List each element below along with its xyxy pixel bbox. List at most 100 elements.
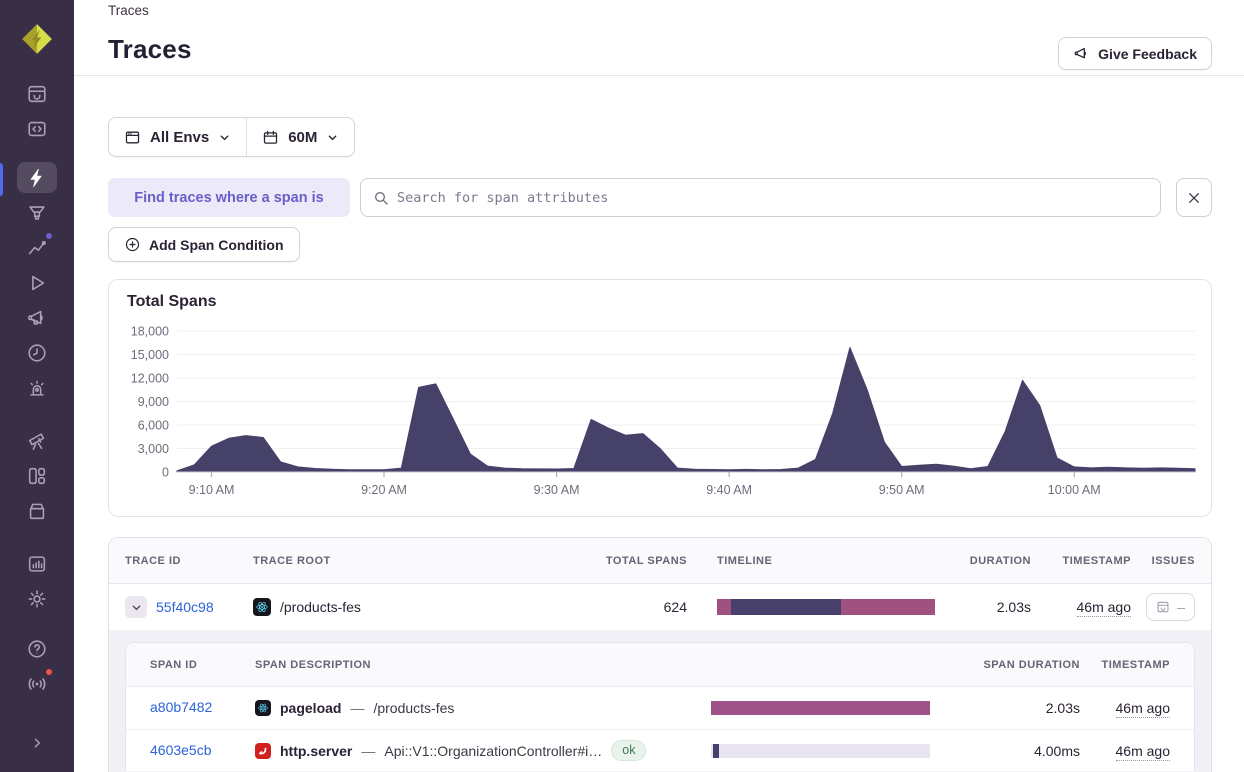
add-span-condition-label: Add Span Condition [149, 236, 284, 253]
col-span-duration: Span Duration [983, 658, 1080, 671]
span-id-link[interactable]: 4603e5cb [150, 742, 212, 758]
telescope-icon [28, 432, 45, 450]
sidebar-item-releases[interactable] [17, 495, 57, 526]
react-platform-icon [255, 700, 271, 716]
traces-table-header: Trace ID Trace Root Total Spans Timeline… [109, 538, 1211, 584]
span-description: /products-fes [373, 700, 455, 716]
lightning-icon [30, 168, 42, 187]
svg-text:9:30 AM: 9:30 AM [534, 483, 580, 497]
line-chart-icon [28, 240, 46, 254]
separator: — [350, 700, 365, 716]
sidebar-item-help[interactable] [17, 633, 57, 664]
environment-filter-button[interactable]: All Envs [109, 118, 246, 156]
span-duration: 4.00ms [1034, 742, 1080, 759]
sidebar-item-issues[interactable] [17, 78, 57, 109]
span-duration: 2.03s [1045, 700, 1080, 716]
calendar-icon [264, 130, 278, 144]
sidebar-item-insights[interactable] [17, 197, 57, 228]
svg-text:3,000: 3,000 [138, 442, 169, 456]
svg-text:9,000: 9,000 [138, 395, 169, 409]
filters-row: All Envs 60M [108, 117, 1212, 157]
dashboard-grid-icon [28, 467, 46, 484]
span-id-link[interactable]: a80b7482 [150, 699, 212, 715]
whats-new-notification-dot [44, 667, 54, 677]
chevron-down-icon [328, 134, 337, 140]
span-row: a80b7482 pageload — /products-fes 2.03s … [126, 687, 1194, 729]
breadcrumb[interactable]: Traces [108, 3, 149, 18]
add-span-condition-button[interactable]: Add Span Condition [108, 227, 300, 262]
span-row: 4603e5cb http.server — Api::V1::Organiza… [126, 729, 1194, 771]
spans-subtable-header: Span ID Span Description Span Duration T… [126, 643, 1194, 687]
sidebar-item-crons[interactable] [17, 337, 57, 368]
chevron-down-icon [220, 134, 229, 140]
chevron-down-icon [132, 604, 140, 610]
total-spans-chart: 0 3,000 6,000 9,000 12,000 15,000 18,000 9:10 A… [131, 325, 1196, 497]
svg-text:10:00 AM: 10:00 AM [1048, 483, 1101, 497]
trace-duration: 2.03s [996, 599, 1031, 615]
collapse-trace-button[interactable] [125, 596, 147, 618]
app-window: Traces Traces Give Feedback All Envs 60M… [0, 0, 1244, 772]
trace-root-text: /products-fes [280, 599, 361, 615]
span-timestamp: 46m ago [1115, 700, 1170, 718]
logo-icon [22, 24, 52, 54]
sidebar-item-whats-new[interactable] [17, 667, 57, 699]
sidebar-item-settings[interactable] [17, 583, 57, 614]
trace-timestamp: 46m ago [1076, 599, 1131, 617]
svg-text:9:10 AM: 9:10 AM [189, 483, 235, 497]
megaphone-icon [1074, 47, 1087, 59]
col-span-timestamp: Timestamp [1101, 658, 1170, 671]
time-range-filter-label: 60M [288, 128, 318, 146]
window-icon [125, 131, 140, 143]
issues-indicator: – [1146, 593, 1195, 621]
col-span-description: Span Description [255, 658, 371, 671]
close-icon [1189, 192, 1199, 203]
svg-text:6,000: 6,000 [138, 419, 169, 433]
sidebar-item-dashboards[interactable] [17, 460, 57, 491]
metrics-notification-dot [44, 231, 54, 241]
sidebar-item-stats[interactable] [17, 548, 57, 579]
environment-filter-label: All Envs [150, 128, 210, 146]
app-logo[interactable] [20, 22, 54, 56]
trace-row: 55f40c98 /products-fes 624 2.03s 46m ago… [109, 584, 1211, 630]
span-timestamp: 46m ago [1115, 742, 1170, 761]
sidebar-item-traces[interactable] [17, 162, 57, 193]
col-issues: Issues [1151, 554, 1195, 567]
clock-icon [28, 343, 46, 362]
clear-search-button[interactable] [1176, 178, 1212, 217]
sidebar-item-metrics[interactable] [17, 231, 57, 263]
sidebar-item-feedback[interactable] [17, 302, 57, 333]
svg-text:18,000: 18,000 [131, 325, 169, 339]
col-trace-id: Trace ID [125, 554, 181, 567]
sidebar-item-replays[interactable] [17, 267, 57, 298]
chart-title: Total Spans [127, 293, 217, 310]
sidebar-item-discover[interactable] [17, 425, 57, 456]
total-spans-chart-card: Total Spans 0 3,000 6,000 9,000 12,000 15,000… [108, 279, 1212, 517]
trace-id-link[interactable]: 55f40c98 [156, 599, 214, 615]
time-range-filter-button[interactable]: 60M [247, 118, 354, 156]
page-title: Traces [108, 34, 192, 64]
add-condition-row: Add Span Condition [108, 227, 1212, 262]
sidebar-item-alerts[interactable] [17, 372, 57, 403]
total-spans-value: 624 [663, 599, 687, 615]
give-feedback-label: Give Feedback [1098, 45, 1197, 62]
traces-table: Trace ID Trace Root Total Spans Timeline… [108, 537, 1212, 772]
ruby-platform-icon [255, 742, 271, 759]
query-chip: Find traces where a span is [108, 178, 350, 217]
query-builder-row: Find traces where a span is [108, 178, 1212, 217]
search-input[interactable] [397, 189, 1148, 206]
sidebar-item-projects[interactable] [17, 113, 57, 144]
span-description: Api::V1::OrganizationController#i… [384, 742, 603, 759]
siren-icon [30, 380, 44, 396]
issues-icon [28, 85, 46, 102]
span-op: http.server [280, 742, 353, 759]
give-feedback-button[interactable]: Give Feedback [1058, 37, 1212, 70]
sidebar-collapse-button[interactable] [17, 727, 57, 758]
col-trace-root: Trace Root [253, 554, 331, 567]
svg-text:9:50 AM: 9:50 AM [879, 483, 925, 497]
span-status-badge: ok [611, 740, 647, 761]
separator: — [361, 742, 376, 759]
gear-icon [28, 589, 46, 608]
stats-icon [28, 555, 46, 572]
trace-timeline-bar [717, 599, 935, 615]
active-nav-indicator [0, 163, 3, 196]
